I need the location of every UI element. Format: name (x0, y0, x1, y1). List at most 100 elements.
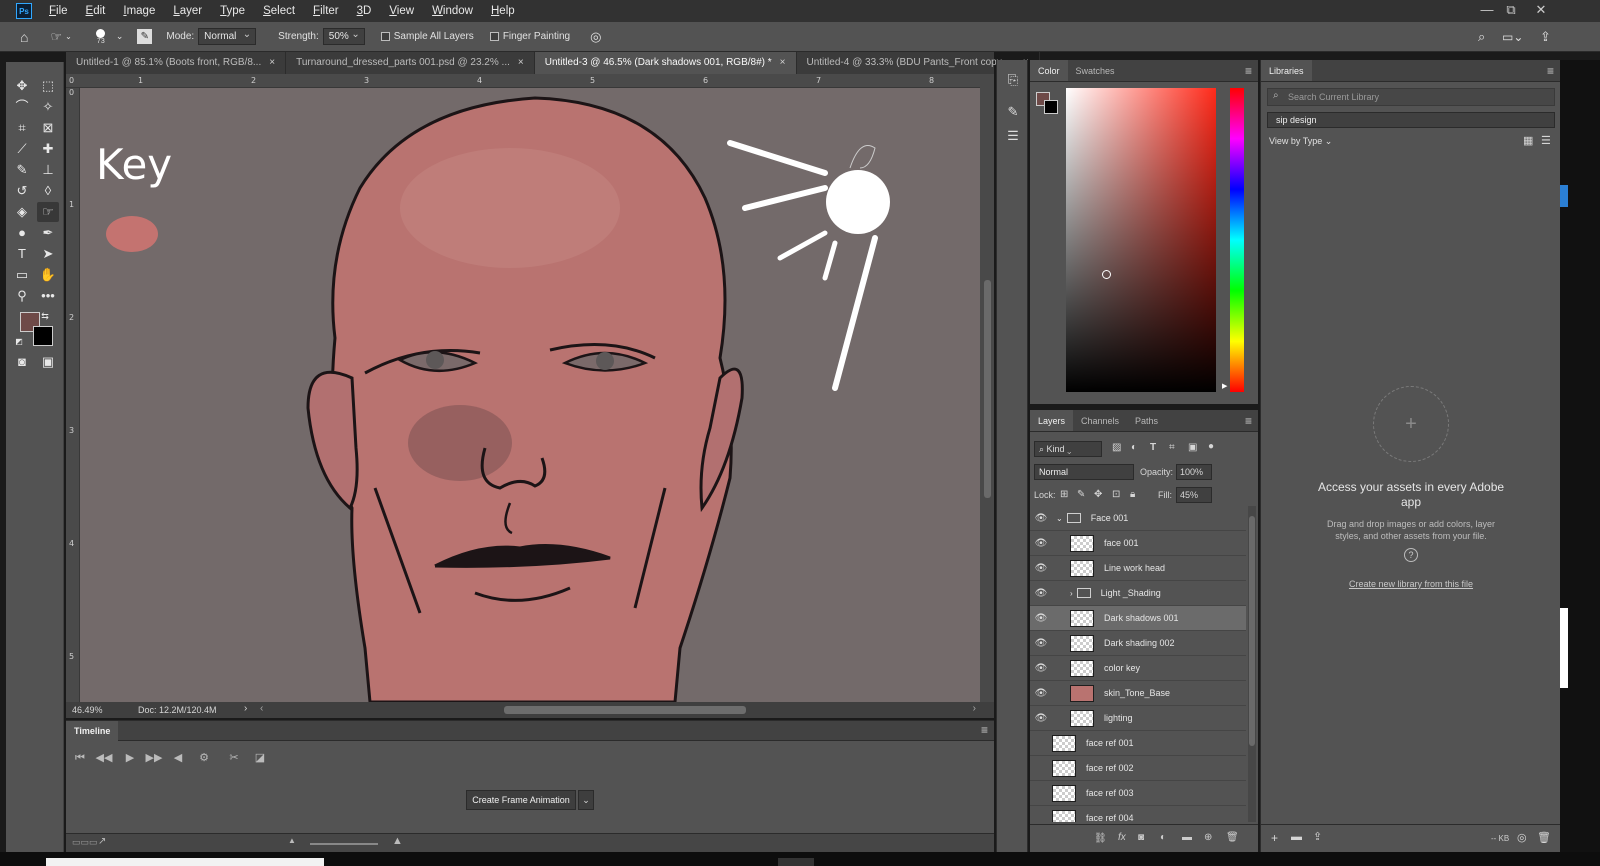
tab-color[interactable]: Color (1030, 60, 1068, 81)
layer-row[interactable]: 👁︎ color key (1030, 656, 1246, 681)
dodge-tool-icon[interactable]: ● (11, 223, 33, 243)
panel-menu-icon[interactable]: ≡ (1245, 64, 1252, 78)
hand-tool-icon[interactable]: ✋ (37, 265, 59, 285)
lock-all-icon[interactable]: 🔒︎ (1130, 489, 1135, 500)
layer-row[interactable]: 👁︎ Dark shading 002 (1030, 631, 1246, 656)
tab-paths[interactable]: Paths (1127, 410, 1166, 431)
blend-mode-dropdown[interactable]: Normal (1034, 464, 1134, 480)
screen-mode-icon[interactable]: ▣ (37, 352, 59, 372)
convert-icon[interactable]: ↗ (98, 836, 106, 847)
search-icon[interactable]: ⌕ (1478, 29, 1485, 45)
lock-artboard-icon[interactable]: ⊡ (1112, 489, 1120, 500)
horizontal-scroll-thumb[interactable] (504, 706, 746, 714)
zoom-tool-icon[interactable]: ⚲ (11, 286, 33, 306)
lock-transparent-icon[interactable]: ⊞ (1060, 489, 1068, 500)
adjustment-layer-icon[interactable]: ◐ (1160, 832, 1166, 843)
pen-tool-icon[interactable]: ✒ (37, 223, 59, 243)
create-library-link[interactable]: Create new library from this file (1311, 579, 1511, 589)
menu-3d[interactable]: 3D (348, 0, 381, 22)
visibility-eye-icon[interactable]: 👁︎ (1030, 713, 1052, 724)
lasso-tool-icon[interactable]: ⌒ (11, 97, 33, 117)
new-layer-icon[interactable]: ⊕ (1204, 832, 1212, 843)
layer-row[interactable]: face ref 004 (1030, 806, 1246, 822)
settings-gear-icon[interactable]: ⚙ (194, 749, 214, 767)
delete-icon[interactable]: 🗑︎ (1537, 831, 1551, 844)
doc-tab[interactable]: Turnaround_dressed_parts 001.psd @ 23.2%… (286, 52, 535, 74)
adjustments-icon[interactable]: ☰ (1003, 126, 1023, 146)
chevron-down-icon[interactable]: ⌄ (1056, 514, 1063, 523)
type-filter-icon[interactable]: T (1150, 442, 1156, 453)
smart-object-filter-icon[interactable]: ▣ (1188, 442, 1197, 453)
folder-icon[interactable]: ▬ (1291, 831, 1302, 843)
doc-tab-active[interactable]: Untitled-3 @ 46.5% (Dark shadows 001, RG… (534, 52, 797, 74)
type-tool-icon[interactable]: T (11, 244, 33, 264)
layers-scroll-thumb[interactable] (1249, 516, 1255, 746)
layer-row[interactable]: 👁︎ Line work head (1030, 556, 1246, 581)
visibility-eye-icon[interactable]: 👁︎ (1030, 613, 1052, 624)
finger-painting-checkbox[interactable] (489, 32, 499, 41)
close-icon[interactable]: × (269, 52, 275, 74)
layer-row[interactable]: face ref 002 (1030, 756, 1246, 781)
eraser-tool-icon[interactable]: ◊ (37, 181, 59, 201)
transition-icon[interactable]: ◪ (250, 749, 270, 767)
scroll-left-icon[interactable]: ‹ (260, 703, 263, 714)
visibility-eye-icon[interactable]: 👁︎ (1030, 688, 1052, 699)
chevron-down-icon[interactable]: ⌄ (578, 790, 594, 810)
marquee-tool-icon[interactable]: ⬚ (37, 76, 59, 96)
background-color-swatch[interactable] (33, 326, 53, 346)
next-frame-icon[interactable]: ▶▶ (144, 749, 164, 767)
library-search-input[interactable]: Search Current Library (1267, 88, 1555, 106)
menu-image[interactable]: Image (114, 0, 164, 22)
view-by-dropdown[interactable]: View by Type ⌄ (1269, 136, 1332, 147)
filter-toggle-icon[interactable]: ● (1208, 441, 1214, 452)
close-icon[interactable]: × (780, 52, 786, 74)
audio-icon[interactable]: ◀ (168, 749, 188, 767)
pixel-filter-icon[interactable]: ▨ (1112, 442, 1121, 453)
layer-group-light-shading[interactable]: 👁︎ › Light _Shading (1030, 581, 1246, 606)
brush-size-picker[interactable]: 73 (90, 28, 112, 45)
tab-channels[interactable]: Channels (1073, 410, 1127, 431)
magic-wand-icon[interactable]: ✧ (37, 97, 59, 117)
add-asset-icon[interactable]: + (1373, 386, 1449, 462)
hue-slider[interactable] (1230, 88, 1244, 392)
split-scissors-icon[interactable]: ✂ (224, 749, 244, 767)
sample-all-layers-checkbox[interactable] (380, 32, 390, 41)
panel-menu-icon[interactable]: ≡ (981, 723, 988, 737)
menu-view[interactable]: View (380, 0, 423, 22)
tab-swatches[interactable]: Swatches (1068, 60, 1123, 81)
delete-layer-icon[interactable]: 🗑︎ (1226, 832, 1239, 843)
menu-edit[interactable]: Edit (77, 0, 115, 22)
healing-brush-icon[interactable]: ✚ (37, 139, 59, 159)
taskbar-window[interactable] (46, 858, 324, 866)
menu-filter[interactable]: Filter (304, 0, 348, 22)
visibility-eye-icon[interactable]: 👁︎ (1030, 563, 1052, 574)
default-colors-icon[interactable]: ◩ (12, 332, 26, 352)
chevron-right-icon[interactable]: › (1070, 589, 1073, 598)
workspace-icon[interactable]: ▭⌄ (1502, 30, 1523, 44)
hue-marker-icon[interactable]: ▶ (1222, 382, 1227, 390)
bg-color-chip[interactable] (1044, 100, 1058, 114)
mode-dropdown[interactable]: Normal (198, 27, 257, 45)
scroll-right-icon[interactable]: › (973, 703, 976, 714)
chevron-down-icon[interactable]: ⌄ (116, 31, 124, 42)
paint-bucket-icon[interactable]: ◈ (11, 202, 33, 222)
brush-tool-icon[interactable]: ✎ (11, 160, 33, 180)
layer-mask-icon[interactable]: ◙ (1138, 832, 1144, 843)
close-window-button[interactable]: ✕ (1528, 0, 1554, 22)
doc-tab[interactable]: Untitled-1 @ 85.1% (Boots front, RGB/8..… (66, 52, 287, 74)
grid-view-icon[interactable]: ▦ (1523, 134, 1533, 147)
library-select-dropdown[interactable]: sip design (1267, 112, 1555, 128)
panel-menu-icon[interactable]: ≡ (1245, 414, 1252, 428)
restore-button[interactable]: ⧉ (1498, 0, 1524, 22)
adjustment-filter-icon[interactable]: ◐ (1131, 442, 1137, 453)
home-icon[interactable]: ⌂ (20, 29, 28, 45)
history-brush-icon[interactable]: ↺ (11, 181, 33, 201)
strength-dropdown[interactable]: 50% (322, 27, 365, 45)
brush-settings-icon[interactable]: ✎ (137, 29, 153, 44)
path-selection-icon[interactable]: ➤ (37, 244, 59, 264)
opacity-field[interactable]: 100% (1176, 464, 1212, 480)
zoom-out-icon[interactable]: ▲ (288, 836, 296, 845)
minimize-button[interactable]: — (1474, 0, 1500, 22)
close-icon[interactable]: × (518, 52, 524, 74)
new-group-icon[interactable]: ▬ (1182, 832, 1192, 843)
